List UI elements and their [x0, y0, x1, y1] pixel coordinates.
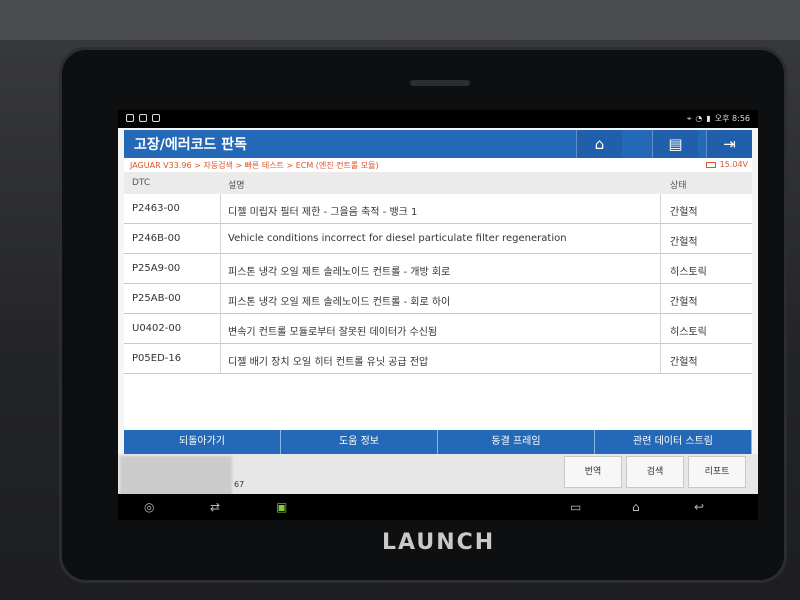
exit-icon: ⇥ — [723, 135, 736, 153]
notification-icon — [152, 114, 160, 122]
device-top-edge — [0, 0, 800, 40]
wifi-icon: ◔ — [695, 114, 703, 123]
home-button[interactable]: ⌂ — [576, 130, 622, 158]
breadcrumb-bar: JAGUAR V33.96 > 자동검색 > 빠른 테스트 > ECM (엔진 … — [124, 158, 752, 172]
freeze-frame-button[interactable]: 동결 프레임 — [438, 430, 595, 454]
tablet-screen: ⌖ ◔ ▮ 오후 8:56 고장/에러코드 판독 ⌂ ▤ ⇥ JAGUAR V3… — [118, 110, 758, 520]
back-nav-icon[interactable]: ↩ — [694, 500, 704, 514]
help-button[interactable]: 도움 정보 — [281, 430, 438, 454]
action-bar: 되돌아가기 도움 정보 동결 프레임 관련 데이터 스트림 — [124, 430, 752, 454]
system-icons: ⌖ ◔ ▮ 오후 8:56 — [687, 113, 750, 124]
related-datastream-button[interactable]: 관련 데이터 스트림 — [595, 430, 752, 454]
dtc-status: 간헐적 — [670, 207, 698, 218]
recent-apps-icon[interactable]: ▭ — [570, 500, 581, 514]
table-row[interactable]: P25A9-00 피스톤 냉각 오일 제트 솔레노이드 컨트롤 - 개방 회로 … — [124, 254, 752, 284]
dtc-table: DTC 설명 상태 P2463-00 디젤 미립자 필터 제한 - 그을음 축적… — [124, 172, 752, 430]
device-body: ⌖ ◔ ▮ 오후 8:56 고장/에러코드 판독 ⌂ ▤ ⇥ JAGUAR V3… — [0, 0, 800, 600]
notification-icon — [126, 114, 134, 122]
printer-icon: ▤ — [668, 135, 683, 153]
dtc-status: 간헐적 — [670, 357, 698, 368]
report-button[interactable]: 리포트 — [688, 456, 746, 488]
dtc-code: P05ED-16 — [132, 353, 182, 364]
table-row[interactable]: P2463-00 디젤 미립자 필터 제한 - 그을음 축적 - 뱅크 1 간헐… — [124, 194, 752, 224]
dtc-code: P246B-00 — [132, 233, 181, 244]
vci-settings-icon[interactable]: ◎ — [144, 500, 154, 514]
voltage-indicator: 15.04V — [705, 160, 748, 169]
dtc-status: 간헐적 — [670, 297, 698, 308]
dtc-code: P2463-00 — [132, 203, 180, 214]
vin-suffix: 67 — [234, 480, 245, 489]
dtc-description: 피스톤 냉각 오일 제트 솔레노이드 컨트롤 - 개방 회로 — [228, 267, 451, 278]
translate-button[interactable]: 번역 — [564, 456, 622, 488]
dtc-description: 피스톤 냉각 오일 제트 솔레노이드 컨트롤 - 회로 하이 — [228, 297, 451, 308]
battery-icon: ▮ — [706, 114, 711, 123]
dtc-description: 변속기 컨트롤 모듈로부터 잘못된 데이터가 수신됨 — [228, 327, 438, 338]
column-header-description: 설명 — [228, 181, 245, 191]
back-button[interactable]: 되돌아가기 — [124, 430, 281, 454]
page-title: 고장/에러코드 판독 — [134, 137, 248, 153]
screen-switch-icon[interactable]: ⇄ — [210, 500, 220, 514]
column-header-dtc: DTC — [132, 178, 151, 188]
home-icon: ⌂ — [594, 135, 605, 153]
dtc-status: 히스토릭 — [670, 267, 707, 278]
vci-status-icon: ▣ — [276, 500, 288, 514]
notification-icons — [126, 114, 160, 122]
print-button[interactable]: ▤ — [652, 130, 698, 158]
bottom-bar: 67 번역 검색 리포트 — [118, 454, 758, 496]
dtc-description: 디젤 미립자 필터 제한 - 그을음 축적 - 뱅크 1 — [228, 207, 418, 218]
dtc-code: P25AB-00 — [132, 293, 181, 304]
table-row[interactable]: P246B-00 Vehicle conditions incorrect fo… — [124, 224, 752, 254]
table-row[interactable]: P05ED-16 디젤 배기 장치 오일 히터 컨트롤 유닛 공급 전압 간헐적 — [124, 344, 752, 374]
breadcrumb: JAGUAR V33.96 > 자동검색 > 빠른 테스트 > ECM (엔진 … — [130, 161, 379, 170]
android-nav-bar: ◎ ⇄ ▣ ▭ ⌂ ↩ — [118, 494, 758, 520]
brand-logo: LAUNCH — [382, 530, 496, 555]
battery-voltage-icon — [705, 161, 716, 168]
voltage-value: 15.04V — [719, 160, 748, 169]
dtc-description: Vehicle conditions incorrect for diesel … — [228, 233, 567, 244]
dtc-description: 디젤 배기 장치 오일 히터 컨트롤 유닛 공급 전압 — [228, 357, 429, 368]
dtc-code: U0402-00 — [132, 323, 182, 334]
app-header: 고장/에러코드 판독 ⌂ ▤ ⇥ — [124, 130, 752, 158]
camera-slot — [410, 80, 470, 86]
dtc-status: 히스토릭 — [670, 327, 707, 338]
column-header-status: 상태 — [670, 181, 687, 191]
table-row[interactable]: U0402-00 변속기 컨트롤 모듈로부터 잘못된 데이터가 수신됨 히스토릭 — [124, 314, 752, 344]
search-button[interactable]: 검색 — [626, 456, 684, 488]
vehicle-info-redacted — [120, 456, 232, 496]
home-nav-icon[interactable]: ⌂ — [632, 500, 640, 514]
dtc-code: P25A9-00 — [132, 263, 181, 274]
dtc-status: 간헐적 — [670, 237, 698, 248]
location-icon: ⌖ — [686, 113, 692, 123]
exit-button[interactable]: ⇥ — [706, 130, 752, 158]
android-status-bar: ⌖ ◔ ▮ 오후 8:56 — [118, 110, 758, 128]
table-row[interactable]: P25AB-00 피스톤 냉각 오일 제트 솔레노이드 컨트롤 - 회로 하이 … — [124, 284, 752, 314]
notification-icon — [139, 114, 147, 122]
table-header: DTC 설명 상태 — [124, 172, 752, 194]
clock: 오후 8:56 — [714, 114, 750, 123]
